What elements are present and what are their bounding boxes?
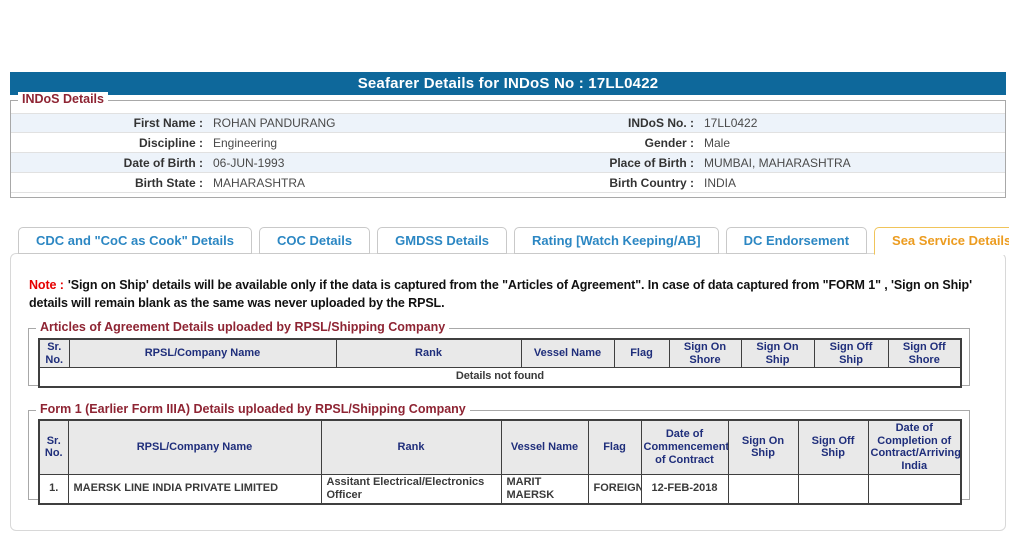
form1-details-section: Form 1 (Earlier Form IIIA) Details uploa… xyxy=(28,410,970,500)
table-row: 1. MAERSK LINE INDIA PRIVATE LIMITED Ass… xyxy=(39,474,961,504)
indos-row: Discipline : Engineering Gender : Male xyxy=(11,133,1005,153)
tab-coc-details[interactable]: COC Details xyxy=(259,227,370,254)
indos-row: Birth State : MAHARASHTRA Birth Country :… xyxy=(11,173,1005,193)
tab-cdc-coc-cook-details[interactable]: CDC and "CoC as Cook" Details xyxy=(18,227,252,254)
column-header: Vessel Name xyxy=(521,339,614,368)
table-header-row: Sr. No. RPSL/Company Name Rank Vessel Na… xyxy=(39,339,961,368)
field-label: First Name : xyxy=(11,116,203,130)
field-value: Male xyxy=(704,136,730,150)
field-value: 06-JUN-1993 xyxy=(213,156,284,170)
column-header: RPSL/Company Name xyxy=(69,339,336,368)
field-label: Discipline : xyxy=(11,136,203,150)
column-header: Sign On Shore xyxy=(669,339,741,368)
column-header: RPSL/Company Name xyxy=(68,420,321,474)
column-header: Sign Off Shore xyxy=(888,339,961,368)
column-header: Rank xyxy=(336,339,521,368)
column-header: Sign Off Ship xyxy=(798,420,868,474)
tab-sea-service-details[interactable]: Sea Service Details xyxy=(874,227,1009,255)
indos-row: Date of Birth : 06-JUN-1993 Place of Birt… xyxy=(11,153,1005,173)
column-header: Vessel Name xyxy=(501,420,588,474)
field-value: Engineering xyxy=(213,136,277,150)
field-label: Gender : xyxy=(508,136,694,150)
column-header: Date of Completion of Contract/Arriving … xyxy=(868,420,961,474)
form1-details-legend: Form 1 (Earlier Form IIIA) Details uploa… xyxy=(36,402,470,416)
articles-of-agreement-table: Sr. No. RPSL/Company Name Rank Vessel Na… xyxy=(38,338,962,388)
cell-company-name: MAERSK LINE INDIA PRIVATE LIMITED xyxy=(68,474,321,504)
indos-details-section: INDoS Details First Name :ROHAN PANDURAN… xyxy=(10,100,1006,198)
field-value: 17LL0422 xyxy=(704,116,757,130)
field-value: MUMBAI, MAHARASHTRA xyxy=(704,156,851,170)
tab-dc-endorsement[interactable]: DC Endorsement xyxy=(726,227,867,254)
cell-sr-no: 1. xyxy=(39,474,68,504)
column-header: Rank xyxy=(321,420,501,474)
field-label: Birth State : xyxy=(11,176,203,190)
indos-row: First Name : ROHAN PANDURANG INDoS No. : 1… xyxy=(11,113,1005,133)
column-header: Flag xyxy=(588,420,641,474)
detail-tabs: CDC and "CoC as Cook" Details COC Detail… xyxy=(18,227,1009,255)
cell-rank: Assitant Electrical/Electronics Officer xyxy=(321,474,501,504)
field-label: Date of Birth : xyxy=(11,156,203,170)
note-text: 'Sign on Ship' details will be available… xyxy=(29,278,972,310)
column-header: Sign On Ship xyxy=(728,420,798,474)
note-prefix: Note : xyxy=(29,278,64,292)
sign-on-ship-note: Note :'Sign on Ship' details will be ava… xyxy=(29,276,991,312)
tab-gmdss-details[interactable]: GMDSS Details xyxy=(377,227,507,254)
cell-flag: FOREIGN xyxy=(588,474,641,504)
column-header: Sign Off Ship xyxy=(814,339,888,368)
table-header-row: Sr. No. RPSL/Company Name Rank Vessel Na… xyxy=(39,420,961,474)
indos-details-rows: First Name : ROHAN PANDURANG INDoS No. : 1… xyxy=(11,113,1005,193)
articles-of-agreement-section: Articles of Agreement Details uploaded b… xyxy=(28,328,970,386)
tab-rating-watch-keeping-ab[interactable]: Rating [Watch Keeping/AB] xyxy=(514,227,719,254)
sea-service-details-panel: Note :'Sign on Ship' details will be ava… xyxy=(10,253,1006,531)
form1-details-table: Sr. No. RPSL/Company Name Rank Vessel Na… xyxy=(38,419,962,505)
column-header: Sr. No. xyxy=(39,339,69,368)
field-label: Place of Birth : xyxy=(508,156,694,170)
details-not-found-message: Details not found xyxy=(39,368,961,387)
column-header: Date of Commencement of Contract xyxy=(641,420,728,474)
field-value: INDIA xyxy=(704,176,736,190)
cell-sign-on-ship xyxy=(728,474,798,504)
column-header: Sr. No. xyxy=(39,420,68,474)
indos-details-legend: INDoS Details xyxy=(18,92,108,106)
table-row: Details not found xyxy=(39,368,961,387)
cell-completion-date xyxy=(868,474,961,504)
cell-vessel-name: MARIT MAERSK xyxy=(501,474,588,504)
field-label: INDoS No. : xyxy=(508,116,694,130)
cell-commencement-date: 12-FEB-2018 xyxy=(641,474,728,504)
articles-of-agreement-legend: Articles of Agreement Details uploaded b… xyxy=(36,320,449,334)
field-value: ROHAN PANDURANG xyxy=(213,116,335,130)
column-header: Flag xyxy=(614,339,669,368)
page-title: Seafarer Details for INDoS No : 17LL0422 xyxy=(10,72,1006,95)
field-value: MAHARASHTRA xyxy=(213,176,305,190)
column-header: Sign On Ship xyxy=(741,339,814,368)
field-label: Birth Country : xyxy=(508,176,694,190)
cell-sign-off-ship xyxy=(798,474,868,504)
